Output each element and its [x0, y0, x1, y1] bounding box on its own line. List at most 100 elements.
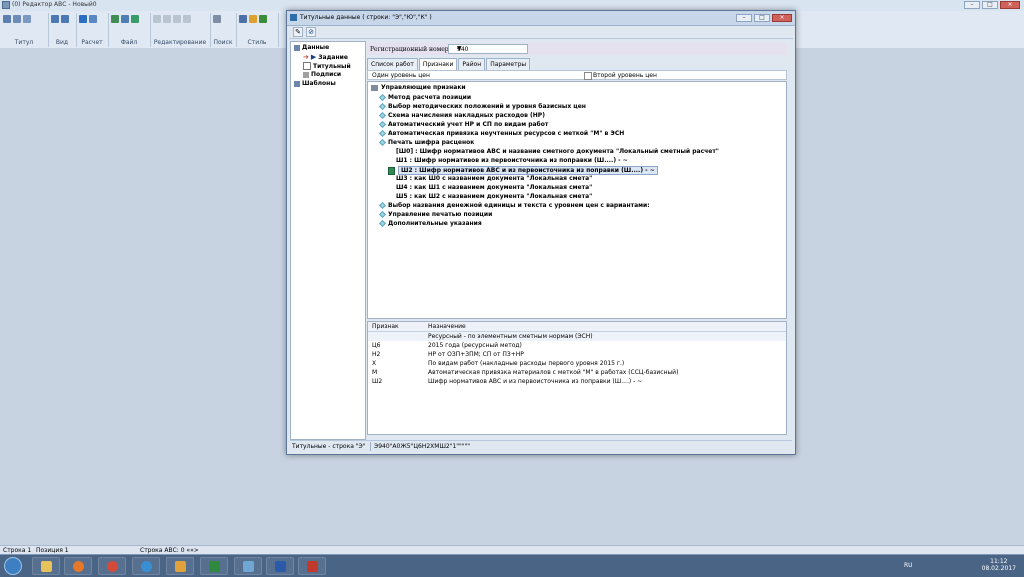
tree-subitem[interactable]: Ш4 : как Ш1 с названием документа "Локал… — [396, 184, 592, 191]
dialog-title: Титульные данные ( строки: "Э","Ю","К" ) — [300, 14, 432, 21]
table-row[interactable]: Ресурсный - по элементным сметным нормам… — [368, 332, 786, 341]
explorer-taskbar-button[interactable] — [32, 557, 60, 575]
close-button[interactable]: × — [1000, 1, 1020, 9]
color-icon[interactable] — [249, 15, 257, 23]
cut-icon[interactable] — [153, 15, 161, 23]
save-icon[interactable] — [121, 15, 129, 23]
tree-item-label: Выбор методических положений и уровня ба… — [388, 103, 586, 110]
reg-number-row: Регистрационный номер 940 ▼ — [367, 43, 787, 55]
table-row[interactable]: М Автоматическая привязка материалов с м… — [368, 368, 786, 377]
table-row[interactable]: Н2 НР от ОЗП+ЗПМ; СП от ПЗ+НР — [368, 350, 786, 359]
cancel-icon[interactable]: ⊘ — [306, 27, 316, 37]
excel-taskbar-button[interactable] — [200, 557, 228, 575]
tree-item[interactable]: Схема начисления накладных расходов (НР) — [378, 111, 545, 120]
font-icon[interactable] — [239, 15, 247, 23]
cell-desc: НР от ОЗП+ЗПМ; СП от ПЗ+НР — [428, 351, 524, 358]
diamond-icon — [378, 210, 387, 219]
word-taskbar-button[interactable] — [266, 557, 294, 575]
tree-subitem[interactable]: Ш1 : Шифр нормативов из первоисточника и… — [396, 157, 628, 164]
chevron-down-icon[interactable]: ▼ — [457, 45, 525, 52]
column-header: Признак — [372, 323, 399, 330]
edit-icon[interactable]: ✎ — [293, 27, 303, 37]
app-taskbar-button[interactable] — [166, 557, 194, 575]
chrome-taskbar-button[interactable] — [98, 557, 126, 575]
cell-code: Ц6 — [372, 342, 381, 349]
text-color-icon[interactable] — [259, 15, 267, 23]
tab-parameters[interactable]: Параметры — [486, 58, 531, 70]
tree-subitem-selected[interactable]: Ш2 : Шифр нормативов АВС и из первоисточ… — [388, 166, 658, 175]
tree-subitem[interactable]: [Ш0] : Шифр нормативов АВС и название см… — [396, 148, 719, 155]
ie-taskbar-button[interactable] — [132, 557, 160, 575]
tab-work-list[interactable]: Список работ — [367, 58, 418, 70]
dialog-toolbar: ✎ ⊘ — [289, 26, 793, 39]
tree-item-label: Метод расчета позиции — [388, 94, 472, 101]
tab-region[interactable]: Район — [458, 58, 486, 70]
tree-item[interactable]: Печать шифра расценок — [378, 138, 475, 147]
tree-item[interactable]: Выбор методических положений и уровня ба… — [378, 102, 586, 111]
paste-icon[interactable] — [173, 15, 181, 23]
nav-item-templates[interactable]: Шаблоны — [294, 80, 336, 87]
tree-subitem-label: Ш4 : как Ш1 с названием документа "Локал… — [396, 184, 593, 191]
view-icon-2[interactable] — [61, 15, 69, 23]
tree-subitem[interactable]: Ш5 : как Ш2 с названием документа "Локал… — [396, 193, 592, 200]
dialog-minimize-button[interactable]: – — [736, 14, 752, 22]
tree-item-label: Печать шифра расценок — [388, 139, 475, 146]
table-row[interactable]: Ц6 2015 года (ресурсный метод) — [368, 341, 786, 350]
tree-item-label: Автоматическая привязка неучтенных ресур… — [388, 130, 625, 137]
diamond-icon — [378, 138, 387, 147]
tree-item[interactable]: Выбор названия денежной единицы и текста… — [378, 201, 650, 210]
tree-subitem-label: Ш1 : Шифр нормативов из первоисточника и… — [396, 157, 628, 164]
titul-dialog: Титульные данные ( строки: "Э","Ю","К" )… — [286, 10, 796, 455]
clock-date: 08.02.2017 — [981, 565, 1016, 572]
dialog-maximize-button[interactable]: □ — [754, 14, 770, 22]
ribbon-group-calc: Расчет — [76, 13, 109, 47]
export-icon[interactable] — [131, 15, 139, 23]
minimize-button[interactable]: – — [964, 1, 980, 9]
firefox-taskbar-button[interactable] — [64, 557, 92, 575]
tree-item-label: Дополнительные указания — [388, 220, 482, 227]
tree-item[interactable]: Дополнительные указания — [378, 219, 482, 228]
nav-item-signatures[interactable]: Подписи — [303, 71, 341, 78]
price-levels-row: Один уровень цен Второй уровень цен — [367, 70, 787, 80]
view-icon[interactable] — [51, 15, 59, 23]
tree-root-icon — [371, 84, 378, 91]
tab-attributes[interactable]: Признаки — [418, 58, 458, 70]
level-two-checkbox[interactable] — [584, 72, 592, 80]
tree-root[interactable]: Управляющие признаки — [371, 84, 466, 91]
abc-taskbar-button[interactable] — [298, 557, 326, 575]
triangle-icon: ▶ — [310, 53, 317, 61]
clock[interactable]: 11:12 08.02.2017 — [982, 558, 1016, 572]
diamond-icon — [378, 102, 387, 111]
ribbon-label: Файл — [120, 39, 138, 46]
tree-item[interactable]: Метод расчета позиции — [378, 93, 472, 102]
nav-item-titul[interactable]: Титульный — [303, 62, 351, 70]
tree-item[interactable]: Автоматическая привязка неучтенных ресур… — [378, 129, 625, 138]
play-icon[interactable] — [79, 15, 87, 23]
titul-icon-3[interactable] — [23, 15, 31, 23]
tree-item[interactable]: Управление печатью позиции — [378, 210, 492, 219]
table-row[interactable]: Ш2 Шифр нормативов АВС и из первоисточни… — [368, 377, 786, 386]
copy-icon[interactable] — [163, 15, 171, 23]
tree-item[interactable]: Автоматический учет НР и СП по видам раб… — [378, 120, 549, 129]
tree-subitem[interactable]: Ш3 : как Ш0 с названием документа "Локал… — [396, 175, 592, 182]
dialog-close-button[interactable]: × — [772, 14, 792, 22]
undo-icon[interactable] — [183, 15, 191, 23]
start-button[interactable] — [4, 557, 22, 575]
table-row[interactable]: Х По видам работ (накладные расходы перв… — [368, 359, 786, 368]
nav-item-task[interactable]: ➔ ▶ Задание — [303, 53, 348, 61]
nav-item-data[interactable]: Данные — [294, 44, 329, 51]
binoculars-icon[interactable] — [213, 15, 221, 23]
image-taskbar-button[interactable] — [234, 557, 262, 575]
maximize-button[interactable]: □ — [982, 1, 998, 9]
tree-item-label: Автоматический учет НР и СП по видам раб… — [388, 121, 549, 128]
titul-icon[interactable] — [3, 15, 11, 23]
open-icon[interactable] — [111, 15, 119, 23]
calc-icon[interactable] — [89, 15, 97, 23]
reg-number-select[interactable]: 940 ▼ — [448, 44, 528, 54]
cell-desc: 2015 года (ресурсный метод) — [428, 342, 522, 349]
diamond-icon — [378, 201, 387, 210]
clock-time: 11:12 — [990, 558, 1008, 565]
language-indicator[interactable]: RU — [904, 562, 913, 569]
cell-code: Х — [372, 360, 377, 367]
titul-icon-2[interactable] — [13, 15, 21, 23]
